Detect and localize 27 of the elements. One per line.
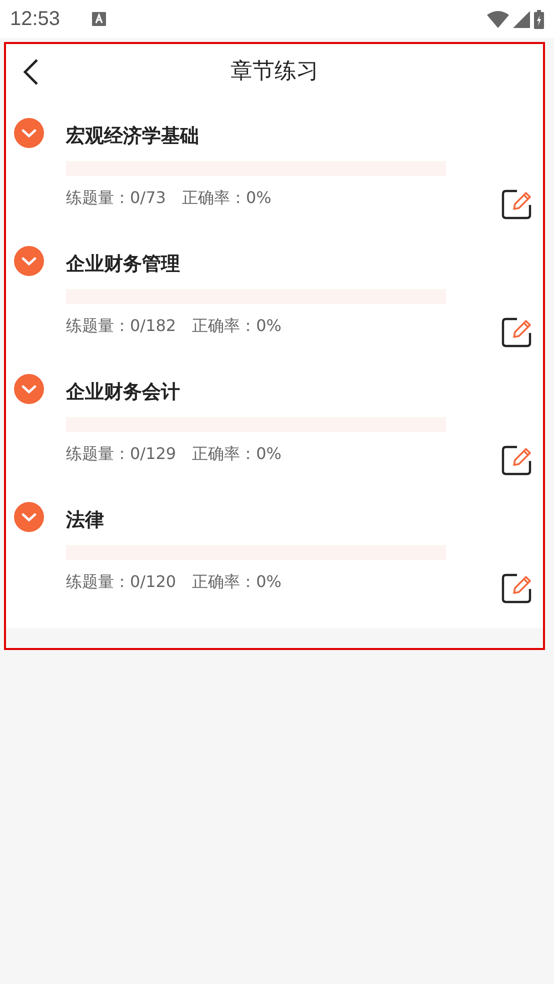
question-count: 练题量：0/120 (66, 572, 176, 593)
page-title: 章节练习 (230, 58, 318, 86)
edit-icon[interactable] (501, 188, 533, 220)
accuracy-rate: 正确率：0% (192, 444, 282, 465)
back-icon (22, 58, 40, 86)
edit-icon[interactable] (501, 572, 533, 604)
notification-icon (92, 12, 106, 26)
expand-icon[interactable] (14, 374, 44, 404)
expand-icon[interactable] (14, 118, 44, 148)
accuracy-rate: 正确率：0% (182, 188, 272, 209)
edit-icon[interactable] (501, 316, 533, 348)
question-count: 练题量：0/73 (66, 188, 166, 209)
edit-icon[interactable] (501, 444, 533, 476)
question-count: 练题量：0/129 (66, 444, 176, 465)
chapter-title[interactable]: 企业财务会计 (66, 380, 501, 404)
chapter-title[interactable]: 企业财务管理 (66, 252, 501, 276)
signal-icon (513, 10, 530, 28)
question-count: 练题量：0/182 (66, 316, 176, 337)
status-time: 12:53 (10, 8, 60, 30)
accuracy-rate: 正确率：0% (192, 316, 282, 337)
chapter-title[interactable]: 宏观经济学基础 (66, 124, 501, 148)
expand-icon[interactable] (14, 246, 44, 276)
battery-icon (534, 10, 544, 28)
expand-icon[interactable] (14, 502, 44, 532)
accuracy-rate: 正确率：0% (192, 572, 282, 593)
wifi-icon (487, 10, 509, 28)
chapter-title[interactable]: 法律 (66, 508, 501, 532)
